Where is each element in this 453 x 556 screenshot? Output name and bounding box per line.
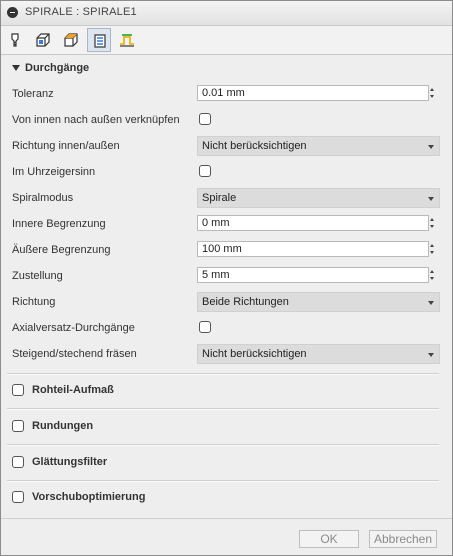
steigend-select[interactable]: Nicht berücksichtigen (197, 344, 440, 364)
spirale-dialog: SPIRALE : SPIRALE1 Durchgänge Toleranz 0… (0, 0, 453, 556)
zustellung-input[interactable]: 5 mm (197, 267, 429, 283)
richtung-select[interactable]: Beide Richtungen (197, 292, 440, 312)
tab-heights[interactable] (59, 28, 83, 52)
section-title-rundungen[interactable]: Rundungen (32, 420, 93, 432)
zustellung-spinner[interactable] (429, 267, 437, 283)
richtung-io-select[interactable]: Nicht berücksichtigen (197, 136, 440, 156)
chevron-down-icon (428, 145, 434, 149)
tab-geometry[interactable] (31, 28, 55, 52)
chevron-down-icon (428, 197, 434, 201)
rohteil-checkbox[interactable] (12, 384, 24, 396)
ok-button[interactable]: OK (299, 530, 359, 548)
aeussere-begrenzung-spinner[interactable] (429, 241, 437, 257)
spiralmodus-value: Spirale (202, 192, 237, 204)
rundungen-checkbox[interactable] (12, 420, 24, 432)
section-title-vorschub[interactable]: Vorschuboptimierung (32, 491, 145, 503)
richtung-value: Beide Richtungen (202, 296, 289, 308)
richtung-io-label: Richtung innen/außen (12, 140, 120, 152)
divider (7, 480, 439, 482)
triangle-down-icon[interactable] (12, 65, 20, 71)
cancel-button[interactable]: Abbrechen (369, 530, 437, 548)
toleranz-input[interactable]: 0.01 mm (197, 85, 429, 101)
geometry-icon (36, 33, 50, 47)
innere-begrenzung-spinner[interactable] (429, 215, 437, 231)
axialversatz-checkbox[interactable] (199, 321, 211, 333)
section-title-durchgaenge[interactable]: Durchgänge (25, 62, 89, 74)
tab-linking[interactable] (115, 28, 139, 52)
steigend-value: Nicht berücksichtigen (202, 348, 307, 360)
heights-icon (64, 33, 78, 47)
richtung-label: Richtung (12, 296, 56, 308)
axialversatz-label: Axialversatz-Durchgänge (12, 322, 135, 334)
glaettung-checkbox[interactable] (12, 456, 24, 468)
tab-passes[interactable] (87, 28, 111, 52)
uhrzeigersinn-label: Im Uhrzeigersinn (12, 166, 96, 178)
uhrzeigersinn-checkbox[interactable] (199, 165, 211, 177)
tool-icon (11, 33, 19, 47)
tab-tool[interactable] (3, 28, 27, 52)
divider (7, 444, 439, 446)
chevron-down-icon (428, 353, 434, 357)
minus-circle-icon[interactable] (7, 7, 18, 18)
aeussere-begrenzung-input[interactable]: 100 mm (197, 241, 429, 257)
title-bar[interactable]: SPIRALE : SPIRALE1 (1, 1, 452, 26)
spiralmodus-select[interactable]: Spirale (197, 188, 440, 208)
divider (7, 373, 439, 375)
divider (7, 408, 439, 410)
dialog-footer: OK Abbrechen (1, 518, 452, 555)
aeussere-begrenzung-label: Äußere Begrenzung (12, 244, 111, 256)
vorschub-checkbox[interactable] (12, 491, 24, 503)
verknuepfen-checkbox[interactable] (199, 113, 211, 125)
chevron-down-icon (428, 301, 434, 305)
richtung-io-value: Nicht berücksichtigen (202, 140, 307, 152)
tab-bar (1, 26, 452, 55)
innere-begrenzung-input[interactable]: 0 mm (197, 215, 429, 231)
innere-begrenzung-label: Innere Begrenzung (12, 218, 106, 230)
spiralmodus-label: Spiralmodus (12, 192, 74, 204)
section-title-glaettung[interactable]: Glättungsfilter (32, 456, 107, 468)
dialog-title: SPIRALE : SPIRALE1 (25, 6, 137, 18)
passes-icon (94, 34, 106, 48)
toleranz-label: Toleranz (12, 88, 54, 100)
steigend-label: Steigend/stechend fräsen (12, 348, 137, 360)
linking-icon (120, 34, 134, 47)
toleranz-spinner[interactable] (429, 85, 437, 101)
section-title-rohteil[interactable]: Rohteil-Aufmaß (32, 384, 114, 396)
verknuepfen-label: Von innen nach außen verknüpfen (12, 114, 180, 126)
zustellung-label: Zustellung (12, 270, 63, 282)
